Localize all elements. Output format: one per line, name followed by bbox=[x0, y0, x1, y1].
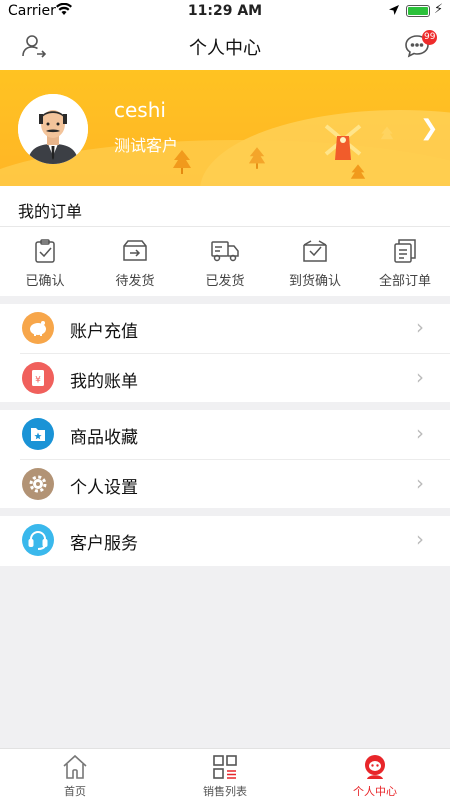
orders-section: 我的订单 已确认 待发货 已发货 到货确认 全部订单 bbox=[0, 186, 450, 296]
battery-icon bbox=[406, 5, 430, 17]
tab-label: 首页 bbox=[64, 785, 86, 798]
bill-icon: ¥ bbox=[22, 362, 54, 394]
all-orders-icon bbox=[394, 239, 416, 263]
tab-profile[interactable]: 个人中心 bbox=[300, 753, 450, 800]
status-bar: Carrier 11:29 AM ⚡ bbox=[0, 0, 450, 22]
menu-item-label: 商品收藏 bbox=[70, 428, 138, 448]
tab-label: 个人中心 bbox=[353, 785, 397, 798]
nav-bar: 个人中心 99 bbox=[0, 22, 450, 70]
chevron-right-icon: › bbox=[416, 471, 424, 495]
menu-group-personal: 商品收藏 › 个人设置 › bbox=[0, 410, 450, 508]
chevron-right-icon: › bbox=[416, 421, 424, 445]
order-status-pending-shipment[interactable]: 待发货 bbox=[90, 238, 180, 292]
tab-sales-list[interactable]: 销售列表 bbox=[150, 753, 300, 800]
location-arrow-icon bbox=[388, 4, 400, 20]
order-status-label: 已确认 bbox=[25, 274, 65, 289]
piggy-bank-icon bbox=[22, 312, 54, 344]
profile-banner[interactable]: ceshi 测试客户 ❯ bbox=[0, 70, 450, 186]
svg-text:¥: ¥ bbox=[35, 376, 41, 386]
order-status-label: 待发货 bbox=[115, 274, 155, 289]
tab-label: 销售列表 bbox=[203, 785, 247, 798]
shipped-truck-icon bbox=[211, 241, 239, 262]
menu-item-bills[interactable]: ¥ 我的账单 › bbox=[0, 354, 450, 402]
home-icon bbox=[63, 754, 87, 779]
tab-bar: 首页 销售列表 个人中心 bbox=[0, 748, 450, 800]
menu-item-recharge[interactable]: 账户充值 › bbox=[0, 304, 450, 352]
clock-label: 11:29 AM bbox=[187, 3, 263, 19]
user-type-label: 测试客户 bbox=[114, 136, 179, 155]
menu-item-label: 个人设置 bbox=[70, 478, 138, 498]
charging-bolt-icon: ⚡ bbox=[434, 2, 444, 17]
menu-item-favorites[interactable]: 商品收藏 › bbox=[0, 410, 450, 458]
chevron-right-icon: › bbox=[416, 315, 424, 339]
order-status-label: 全部订单 bbox=[378, 274, 431, 289]
order-status-all[interactable]: 全部订单 bbox=[360, 238, 450, 292]
tab-home[interactable]: 首页 bbox=[0, 753, 150, 800]
windmill-icon bbox=[324, 124, 362, 160]
profile-icon bbox=[365, 755, 385, 779]
tree-icon bbox=[350, 164, 366, 179]
pending-shipment-icon bbox=[123, 240, 147, 261]
delivery-confirm-icon bbox=[303, 240, 327, 262]
menu-group-account: 账户充值 › ¥ 我的账单 › bbox=[0, 304, 450, 402]
tree-icon bbox=[248, 147, 266, 169]
chevron-right-icon: › bbox=[416, 527, 424, 551]
gear-icon bbox=[22, 468, 54, 500]
order-status-shipped[interactable]: 已发货 bbox=[180, 238, 270, 292]
avatar[interactable] bbox=[18, 94, 88, 164]
chevron-right-icon: › bbox=[416, 365, 424, 389]
headset-icon bbox=[22, 524, 54, 556]
username-label: ceshi bbox=[114, 98, 166, 122]
orders-header: 我的订单 bbox=[18, 202, 83, 221]
sales-list-icon bbox=[213, 755, 237, 779]
menu-item-label: 我的账单 bbox=[70, 372, 138, 392]
order-status-label: 已发货 bbox=[205, 274, 245, 289]
menu-item-customer-service[interactable]: 客户服务 › bbox=[0, 516, 450, 564]
tree-icon bbox=[380, 126, 394, 140]
menu-group-service: 客户服务 › bbox=[0, 516, 450, 566]
menu-item-settings[interactable]: 个人设置 › bbox=[0, 460, 450, 508]
page-title: 个人中心 bbox=[189, 38, 261, 59]
order-status-delivery-confirm[interactable]: 到货确认 bbox=[270, 238, 360, 292]
favorite-folder-icon bbox=[22, 418, 54, 450]
menu-item-label: 客户服务 bbox=[70, 534, 138, 554]
confirmed-icon bbox=[35, 239, 55, 263]
order-status-label: 到货确认 bbox=[288, 274, 341, 289]
menu-item-label: 账户充值 bbox=[70, 322, 138, 342]
divider bbox=[0, 226, 450, 227]
order-status-confirmed[interactable]: 已确认 bbox=[0, 238, 90, 292]
chevron-right-icon[interactable]: ❯ bbox=[420, 116, 438, 141]
